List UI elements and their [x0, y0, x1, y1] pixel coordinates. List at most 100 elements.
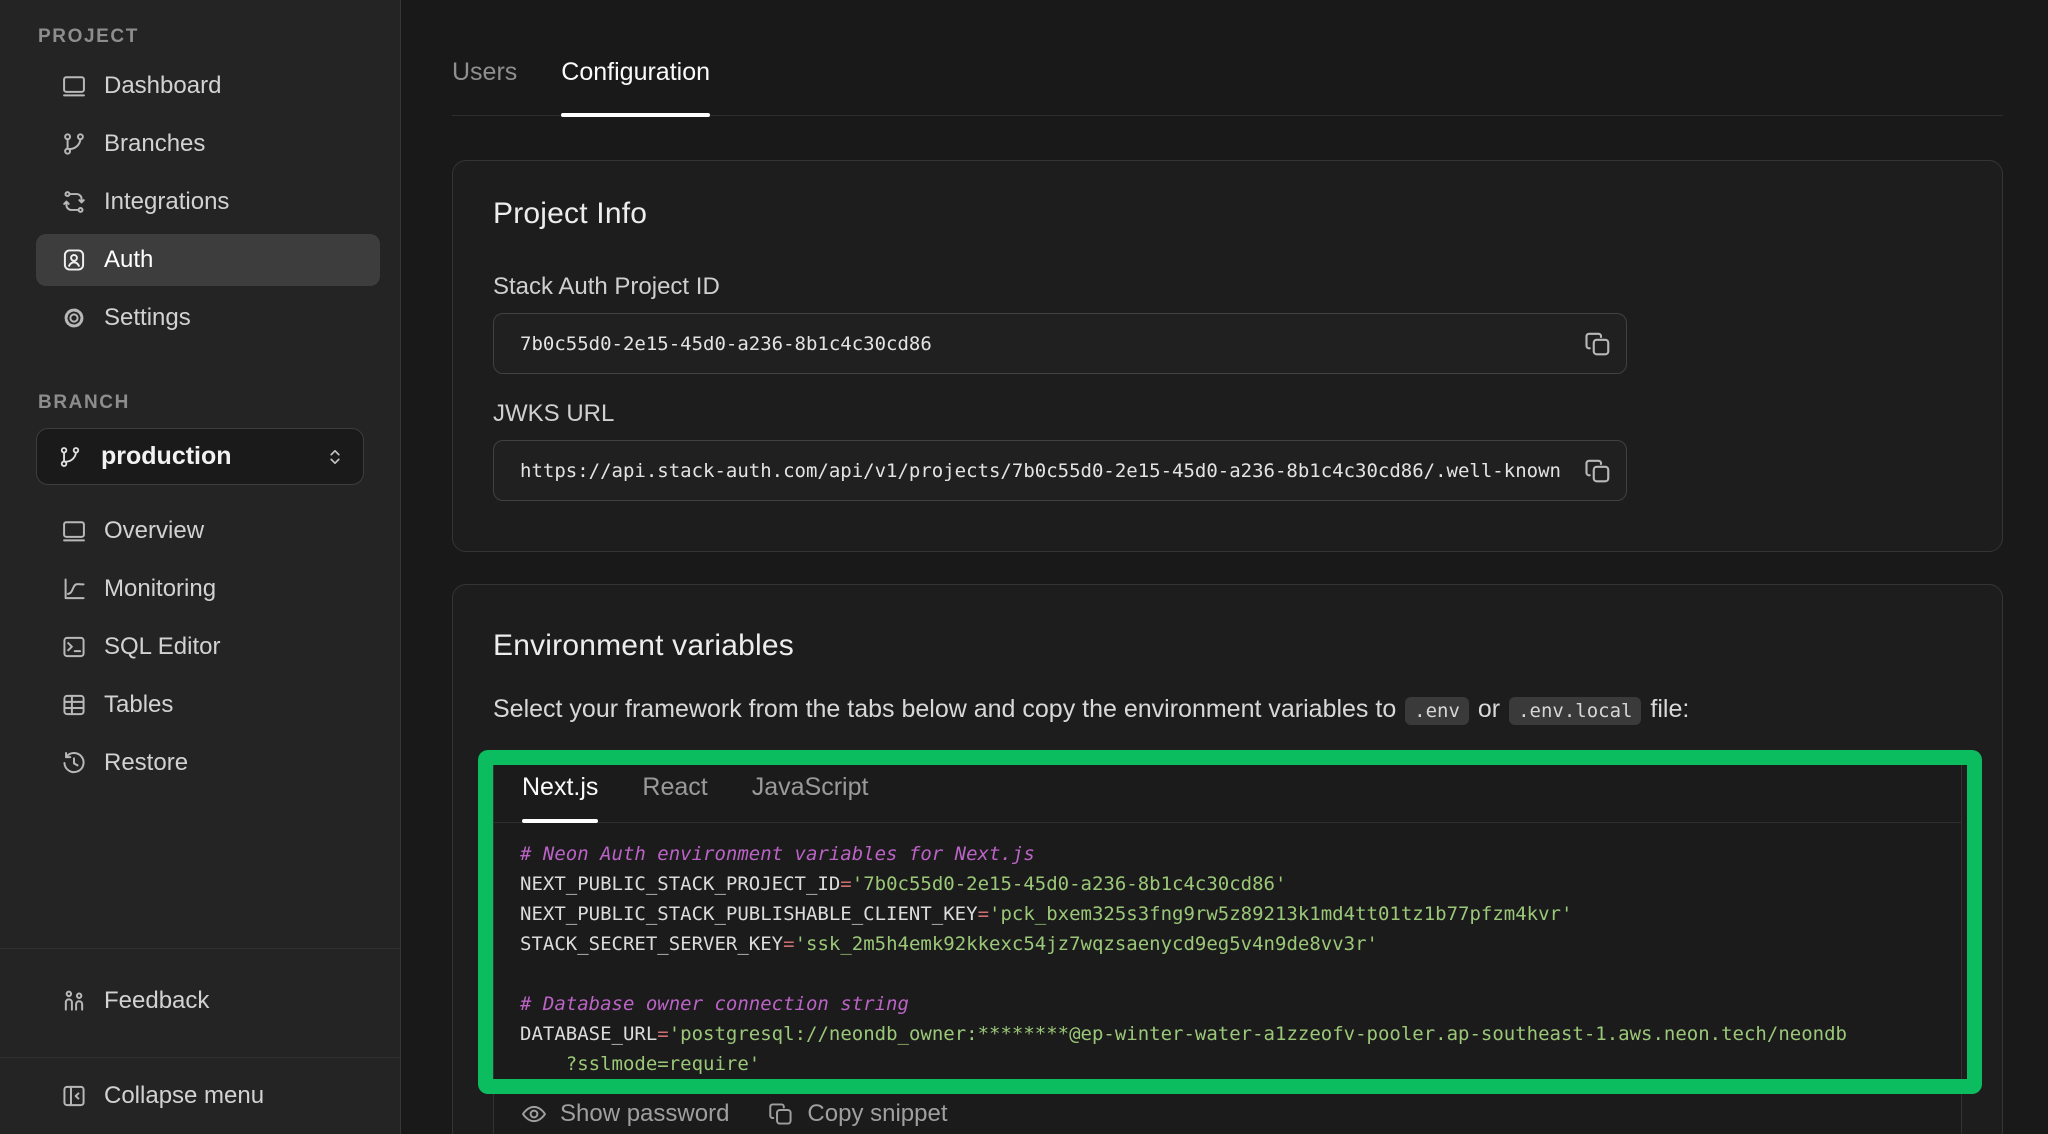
project-info-card: Project Info Stack Auth Project ID 7b0c55… [452, 160, 2003, 552]
sidebar-item-label: Branches [104, 130, 205, 158]
copy-button[interactable] [1580, 326, 1616, 362]
sidebar-item-label: Collapse menu [104, 1082, 264, 1110]
copy-icon [1583, 456, 1613, 486]
sidebar-item-sql-editor[interactable]: SQL Editor [36, 621, 380, 673]
neon-console-app: PROJECT Dashboard Branches Integrations Aut… [0, 0, 2048, 1134]
description-text: Select your framework from the tabs belo… [493, 695, 1403, 723]
code-line: # Neon Auth environment variables for Ne… [520, 839, 1935, 869]
page-tabs: Users Configuration [452, 0, 2003, 116]
environment-variables-description: Select your framework from the tabs belo… [493, 695, 1962, 724]
show-password-label: Show password [560, 1100, 729, 1128]
sidebar-item-auth[interactable]: Auth [36, 234, 380, 286]
tab-configuration[interactable]: Configuration [561, 58, 710, 115]
code-token-plain: STACK_SECRET_SERVER_KEY [520, 933, 783, 955]
tables-icon [60, 691, 88, 719]
overview-icon [60, 517, 88, 545]
auth-icon [60, 246, 88, 274]
snippet-footer: Show password Copy snippet [494, 1085, 1961, 1134]
code-token-comment: # Database owner connection string [520, 993, 909, 1015]
project-info-fields: Stack Auth Project ID 7b0c55d0-2e15-45d0-… [493, 273, 1962, 501]
environment-variables-title: Environment variables [493, 629, 1962, 663]
branch-nav: Overview Monitoring SQL Editor Tables Restor… [36, 505, 380, 789]
code-line: # Database owner connection string [520, 989, 1935, 1019]
field-stack-auth-project-id: Stack Auth Project ID 7b0c55d0-2e15-45d0-… [493, 273, 1962, 374]
sidebar-item-dashboard[interactable]: Dashboard [36, 60, 380, 112]
code-token-comment: # Neon Auth environment variables for Ne… [520, 843, 1035, 865]
description-text: or [1471, 695, 1507, 723]
code-token-string: 'ssk_2m5h4emk92kkexc54jz7wqzsaenycd9eg5v… [795, 933, 1378, 955]
integrations-icon [60, 188, 88, 216]
code-line [520, 959, 1935, 989]
sidebar-item-settings[interactable]: Settings [36, 292, 380, 344]
stack-auth-project-id-label: Stack Auth Project ID [493, 273, 1962, 301]
code-token-op: = [657, 1023, 668, 1045]
sidebar-item-label: SQL Editor [104, 633, 221, 661]
branch-selector[interactable]: production [36, 428, 364, 485]
sidebar-item-label: Settings [104, 304, 191, 332]
branch-icon [57, 444, 83, 470]
framework-tabs: Next.js React JavaScript [494, 753, 1961, 823]
code-token-string: '7b0c55d0-2e15-45d0-a236-8b1c4c30cd86' [852, 873, 1287, 895]
copy-icon [1583, 329, 1613, 359]
collapse-section: Collapse menu [0, 1057, 400, 1134]
code-token-op: = [840, 873, 851, 895]
show-password-button[interactable]: Show password [520, 1094, 729, 1134]
project-nav: Dashboard Branches Integrations Auth Setting… [36, 60, 380, 344]
sidebar-item-label: Monitoring [104, 575, 216, 603]
field-jwks-url: JWKS URLhttps://api.stack-auth.com/api/v… [493, 400, 1962, 501]
code-line: NEXT_PUBLIC_STACK_PROJECT_ID='7b0c55d0-2… [520, 869, 1935, 899]
code-token-string: 'pck_bxem325s3fng9rw5z89213k1md4tt01tz1b… [989, 903, 1572, 925]
sidebar-item-branches[interactable]: Branches [36, 118, 380, 170]
sidebar-footer: Feedback Collapse menu [0, 948, 400, 1134]
feedback-section: Feedback [0, 948, 400, 1057]
copy-button[interactable] [1580, 453, 1616, 489]
field-value: https://api.stack-auth.com/api/v1/projec… [520, 460, 1561, 482]
project-section-label: PROJECT [38, 26, 400, 48]
project-info-title: Project Info [493, 197, 1962, 231]
main-content: Users Configuration Project Info Stack Au… [401, 0, 2048, 1134]
framework-tab-nextjs[interactable]: Next.js [522, 753, 598, 822]
sidebar-item-tables[interactable]: Tables [36, 679, 380, 731]
code-token-string: ?sslmode=require' [520, 1053, 760, 1075]
env-snippet-panel: Next.js React JavaScript # Neon Auth envir… [493, 752, 1962, 1134]
tab-users[interactable]: Users [452, 58, 517, 115]
sidebar-item-collapse-menu[interactable]: Collapse menu [36, 1070, 380, 1122]
code-token-plain: DATABASE_URL [520, 1023, 657, 1045]
filename-chip: .env [1405, 697, 1469, 725]
sidebar-item-label: Restore [104, 749, 188, 777]
chevrons-updown-icon [323, 445, 347, 469]
gear-icon [60, 304, 88, 332]
sidebar-item-feedback[interactable]: Feedback [36, 975, 380, 1027]
sidebar-item-integrations[interactable]: Integrations [36, 176, 380, 228]
jwks-url-input[interactable]: https://api.stack-auth.com/api/v1/projec… [493, 440, 1627, 501]
sidebar-item-restore[interactable]: Restore [36, 737, 380, 789]
feedback-icon [60, 987, 88, 1015]
environment-variables-card: Environment variables Select your framew… [452, 584, 2003, 1134]
code-token-string: 'postgresql://neondb_owner:********@ep-w… [669, 1023, 1847, 1045]
sidebar-item-overview[interactable]: Overview [36, 505, 380, 557]
code-token-plain: NEXT_PUBLIC_STACK_PUBLISHABLE_CLIENT_KEY [520, 903, 978, 925]
field-value: 7b0c55d0-2e15-45d0-a236-8b1c4c30cd86 [520, 333, 932, 355]
sidebar: PROJECT Dashboard Branches Integrations Aut… [0, 0, 401, 1134]
sidebar-item-label: Tables [104, 691, 173, 719]
branch-section-label: BRANCH [38, 392, 400, 414]
env-code-block: # Neon Auth environment variables for Ne… [494, 823, 1961, 1085]
framework-tab-react[interactable]: React [642, 753, 707, 822]
copy-snippet-label: Copy snippet [807, 1100, 947, 1128]
code-line: ?sslmode=require' [520, 1049, 1935, 1079]
dashboard-icon [60, 72, 88, 100]
eye-icon [520, 1100, 548, 1128]
copy-snippet-button[interactable]: Copy snippet [767, 1094, 947, 1134]
sidebar-item-monitoring[interactable]: Monitoring [36, 563, 380, 615]
sidebar-item-label: Dashboard [104, 72, 221, 100]
filename-chip: .env.local [1509, 697, 1641, 725]
copy-icon [767, 1100, 795, 1128]
framework-tab-javascript[interactable]: JavaScript [752, 753, 869, 822]
sidebar-item-label: Integrations [104, 188, 229, 216]
code-line: STACK_SECRET_SERVER_KEY='ssk_2m5h4emk92k… [520, 929, 1935, 959]
stack-auth-project-id-input[interactable]: 7b0c55d0-2e15-45d0-a236-8b1c4c30cd86 [493, 313, 1627, 374]
monitoring-icon [60, 575, 88, 603]
restore-icon [60, 749, 88, 777]
branch-icon [60, 130, 88, 158]
code-line: DATABASE_URL='postgresql://neondb_owner:… [520, 1019, 1935, 1049]
